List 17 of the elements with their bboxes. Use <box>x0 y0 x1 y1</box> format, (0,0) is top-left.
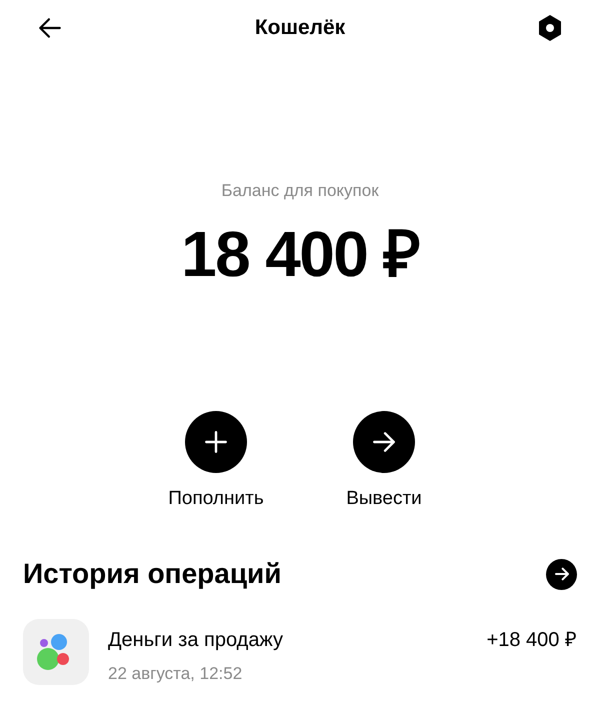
arrow-right-icon <box>554 566 570 582</box>
back-arrow-icon <box>37 15 63 41</box>
plus-icon <box>203 428 229 454</box>
page-title: Кошелёк <box>254 15 346 42</box>
history-more-button[interactable] <box>546 558 577 590</box>
action-label: Вывести <box>346 486 422 510</box>
app-logo-icon <box>23 619 89 685</box>
action-label: Пополнить <box>168 486 264 510</box>
operation-title: Деньги за продажу <box>108 628 284 653</box>
section-title: История операций <box>23 557 282 591</box>
balance-label: Баланс для покупок <box>221 180 379 202</box>
balance-amount: 18 400 ₽ <box>181 222 419 286</box>
operation-amount: +18 400 ₽ <box>486 628 577 653</box>
operation-time: 22 августа, 12:52 <box>108 663 244 685</box>
action-button[interactable]: Пополнить <box>157 410 275 513</box>
settings-icon <box>536 14 563 42</box>
action-button[interactable]: Вывести <box>325 410 443 513</box>
